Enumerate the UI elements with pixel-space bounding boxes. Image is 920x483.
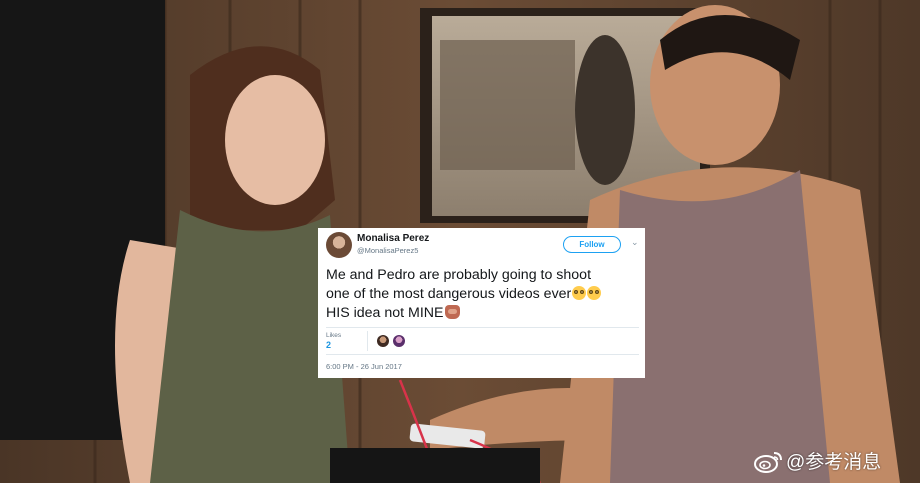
flushed-face-icon bbox=[587, 286, 602, 300]
divider bbox=[326, 354, 639, 355]
divider bbox=[367, 331, 368, 351]
flushed-face-icon bbox=[572, 286, 587, 300]
liker-avatar[interactable] bbox=[393, 335, 405, 347]
tweet-line: HIS idea not MINE bbox=[326, 305, 444, 321]
woman-face bbox=[225, 75, 325, 205]
likes-count[interactable]: 2 bbox=[326, 340, 331, 350]
watermark: @参考消息 bbox=[754, 447, 881, 474]
watermark-text: @参考消息 bbox=[786, 452, 882, 473]
likes-label: Likes bbox=[326, 332, 342, 339]
author-avatar[interactable] bbox=[326, 232, 352, 258]
author-handle[interactable]: @MonalisaPerez5 bbox=[357, 246, 418, 255]
tweet-text: Me and Pedro are probably going to shoot… bbox=[326, 266, 640, 323]
weibo-icon bbox=[754, 452, 782, 473]
tweet-card: Monalisa Perez @MonalisaPerez5 Follow ⌄ … bbox=[318, 228, 645, 378]
tweet-timestamp[interactable]: 6:00 PM - 26 Jun 2017 bbox=[326, 362, 402, 371]
tweet-line: one of the most dangerous videos ever bbox=[326, 286, 572, 302]
see-no-evil-monkey-icon bbox=[444, 305, 460, 319]
video-frame: Monalisa Perez @MonalisaPerez5 Follow ⌄ … bbox=[0, 0, 920, 483]
author-name[interactable]: Monalisa Perez bbox=[357, 233, 429, 244]
liker-avatar[interactable] bbox=[377, 335, 389, 347]
follow-button[interactable]: Follow bbox=[563, 236, 621, 253]
chevron-down-icon[interactable]: ⌄ bbox=[631, 237, 639, 248]
tweet-line: Me and Pedro are probably going to shoot bbox=[326, 267, 592, 283]
divider bbox=[326, 327, 639, 328]
